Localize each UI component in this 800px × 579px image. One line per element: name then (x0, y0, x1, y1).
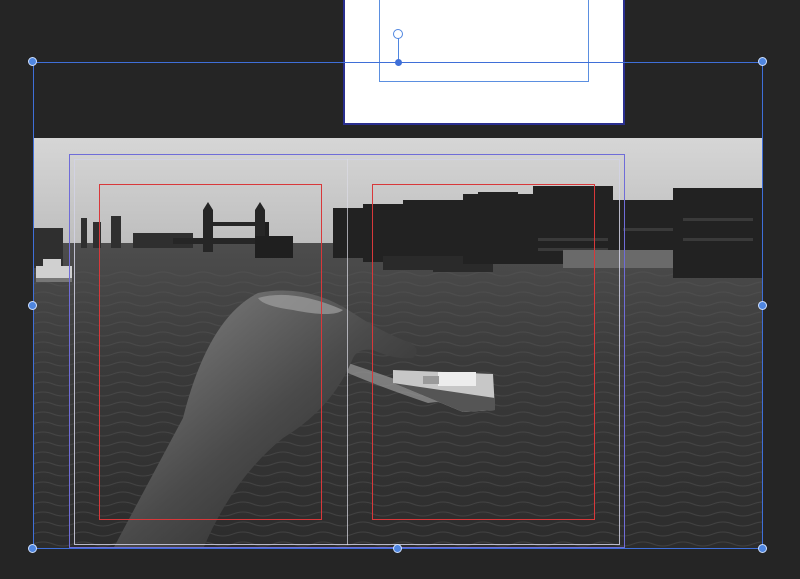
resize-handle-icon[interactable] (393, 544, 402, 553)
rotate-handle-stem (398, 35, 399, 62)
selection-bounding-box[interactable] (33, 62, 763, 549)
resize-handle-icon[interactable] (28, 57, 37, 66)
anchor-point-icon[interactable] (394, 58, 402, 66)
rotate-handle-icon[interactable] (393, 29, 403, 39)
resize-handle-icon[interactable] (28, 301, 37, 310)
resize-handle-icon[interactable] (758, 544, 767, 553)
resize-handle-icon[interactable] (28, 544, 37, 553)
resize-handle-icon[interactable] (758, 301, 767, 310)
resize-handle-icon[interactable] (758, 57, 767, 66)
